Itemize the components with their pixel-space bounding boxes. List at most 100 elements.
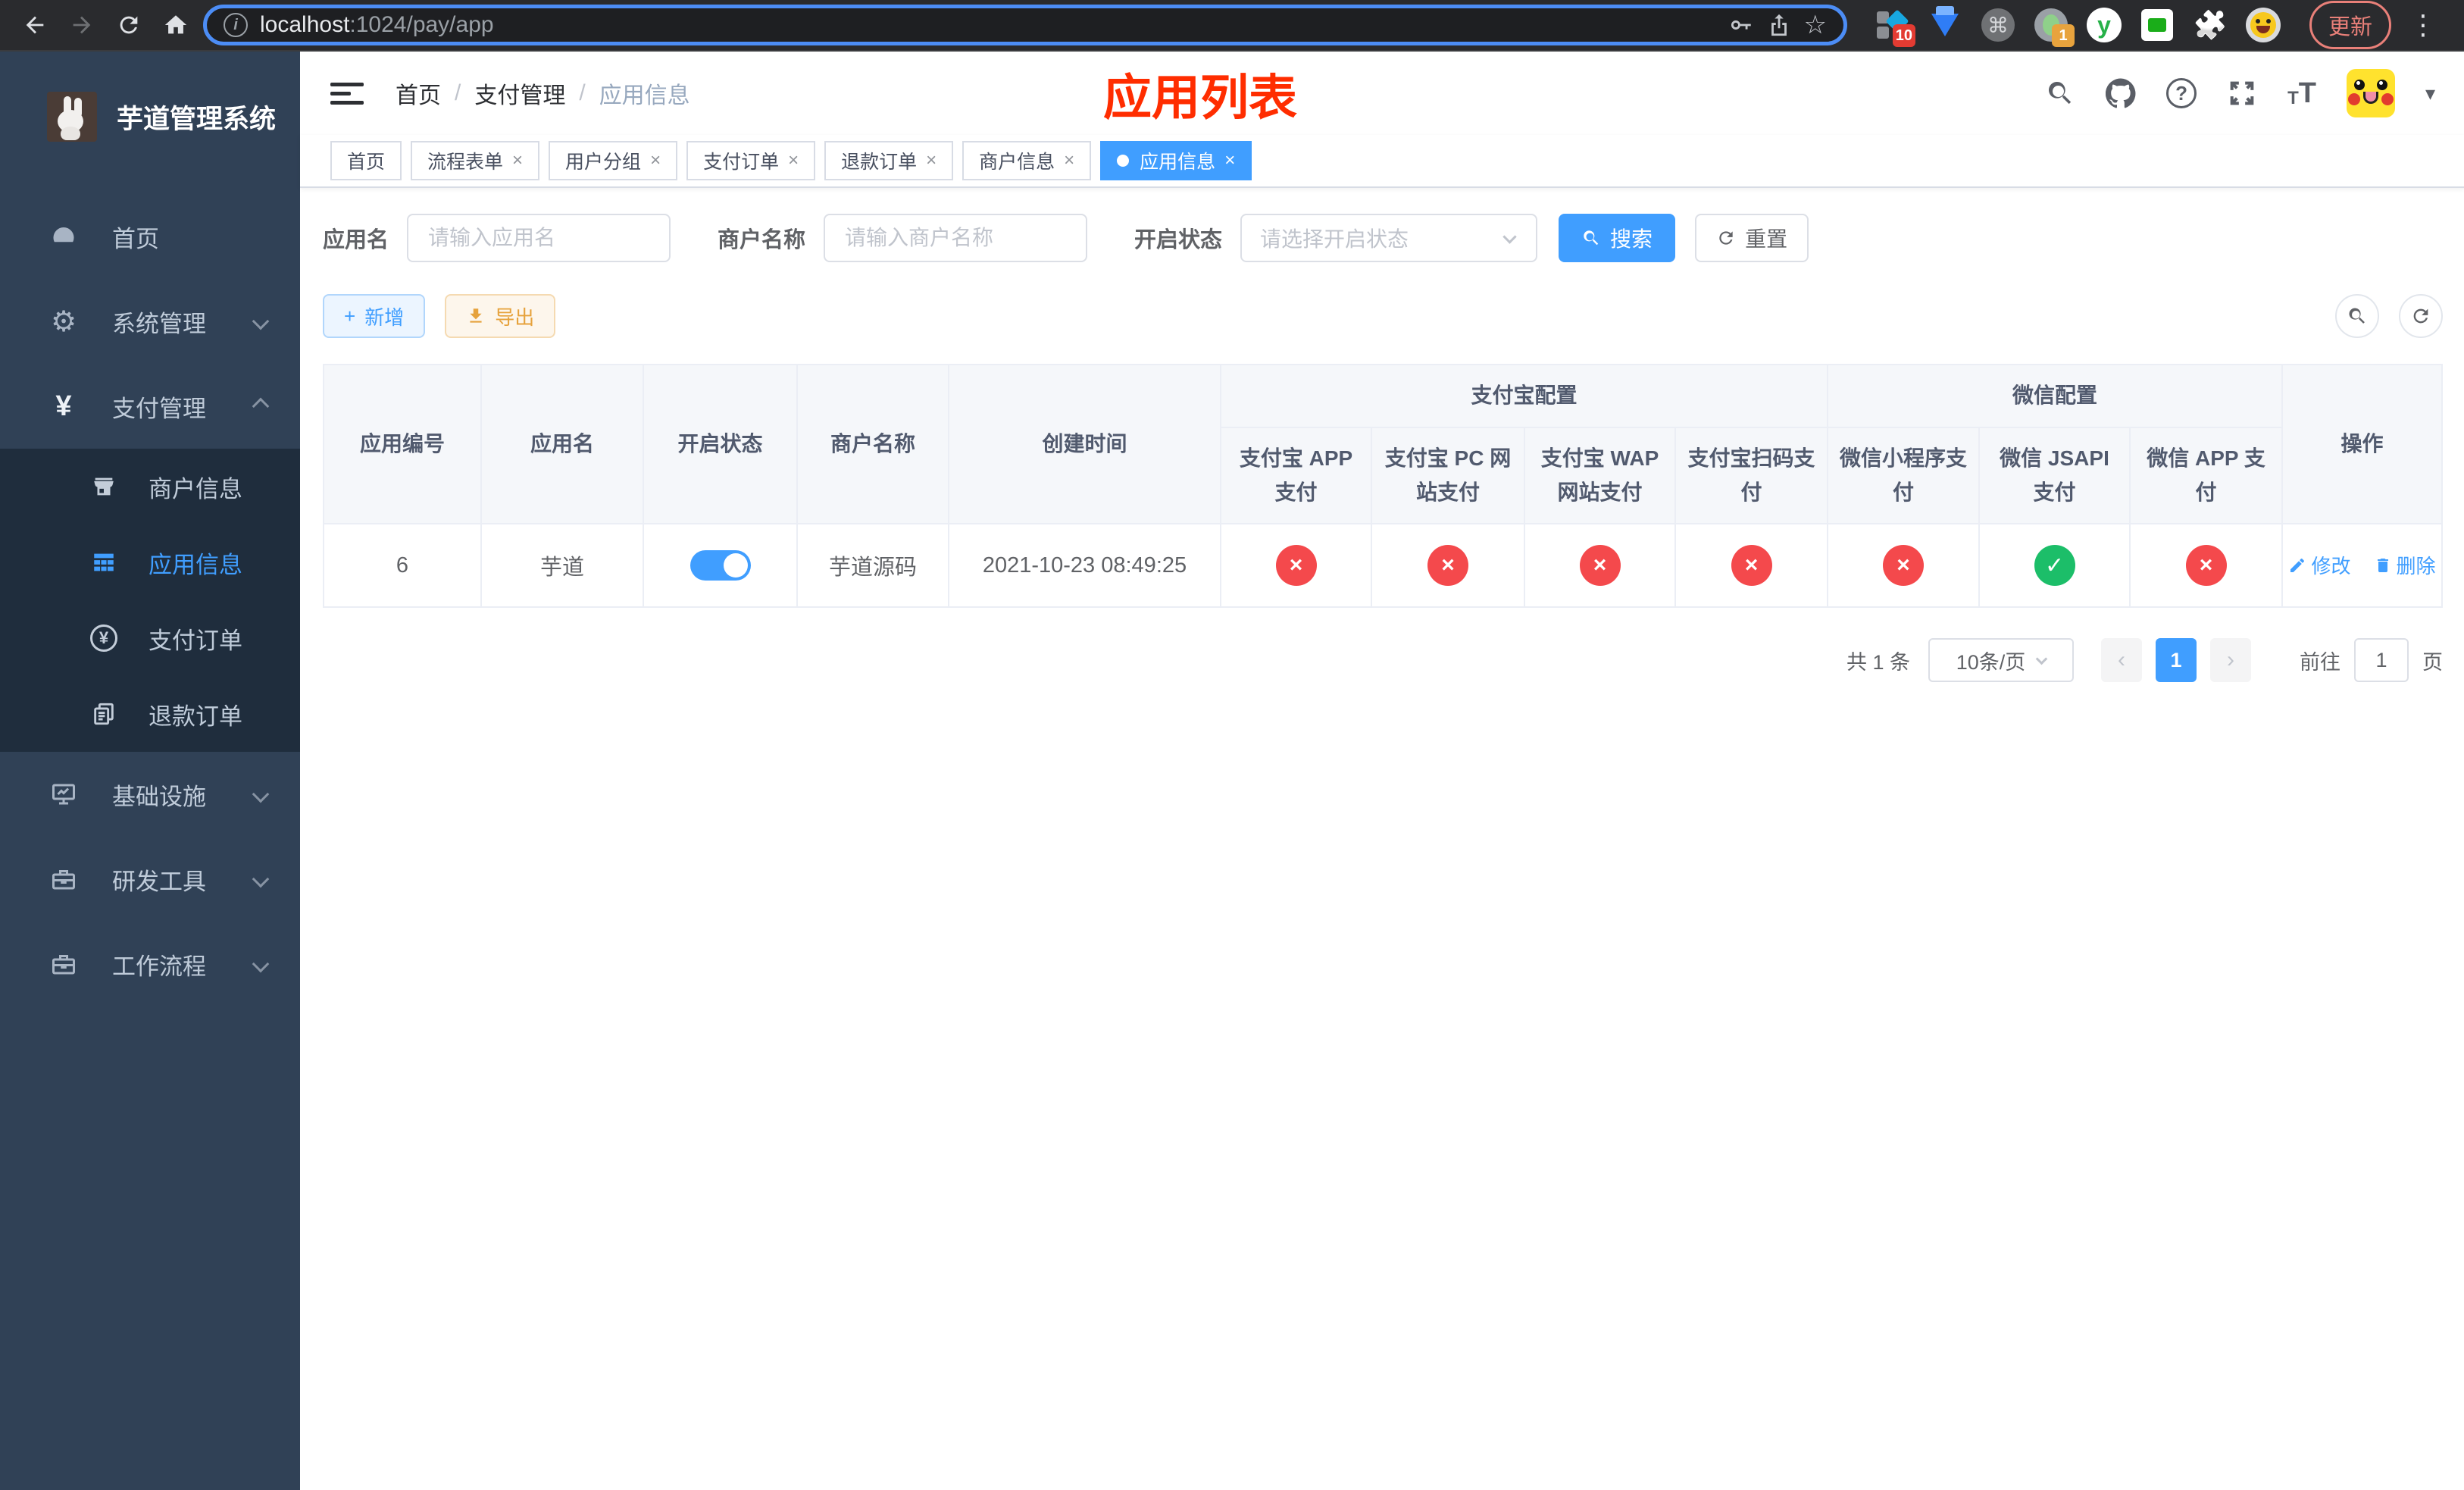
avatar-dropdown-caret[interactable]: ▾ (2425, 82, 2435, 105)
extension-squares-diamond[interactable]: 10 (1875, 8, 1915, 47)
extensions-menu-button[interactable]: 🧩 (2193, 8, 2228, 42)
help-button[interactable]: ? (2166, 78, 2197, 108)
bookmark-star-button[interactable]: ☆ (1804, 10, 1827, 40)
browser-menu-button[interactable]: ⋮ (2409, 9, 2437, 41)
sidebar-item-label: 应用信息 (149, 551, 242, 578)
tab-close-icon[interactable]: × (788, 152, 799, 170)
prev-page-button[interactable]: ‹ (2101, 638, 2143, 683)
dashboard-icon (47, 223, 80, 250)
sidebar-item-payment[interactable]: ¥ 支付管理 (0, 364, 300, 449)
cell-alipay-qr: × (1674, 523, 1829, 609)
sidebar-item-app-info[interactable]: 应用信息 (0, 524, 300, 600)
delete-link[interactable]: 删除 (2374, 551, 2436, 579)
site-info-icon[interactable]: i (224, 13, 248, 37)
sidebar-item-merchant-info[interactable]: 商户信息 (0, 449, 300, 524)
store-icon (88, 474, 120, 499)
extensions-cluster: 10 ⌘ 1 y 🧩 (1875, 6, 2281, 47)
browser-back-button[interactable] (15, 5, 55, 45)
reset-button[interactable]: 重置 (1695, 214, 1809, 262)
tab-close-icon[interactable]: × (650, 152, 661, 170)
status-select[interactable]: 请选择开启状态 (1240, 214, 1538, 262)
sidebar-item-dev-tools[interactable]: 研发工具 (0, 837, 300, 922)
export-button[interactable]: 导出 (445, 294, 556, 338)
tab-home[interactable]: 首页 (330, 141, 402, 180)
toolbox-icon (47, 950, 80, 978)
next-page-button[interactable]: › (2210, 638, 2252, 683)
cross-status-icon: × (1275, 545, 1317, 587)
info-glyph: i (233, 16, 238, 33)
tab-refund-order[interactable]: 退款订单 × (824, 141, 954, 180)
sidebar-menu: 首页 ⚙ 系统管理 ¥ 支付管理 商户信息 应用信息 ¥ 支付订单 退款订单 基… (0, 194, 300, 1006)
password-key-button[interactable] (1728, 12, 1754, 38)
extension-chat[interactable] (2140, 8, 2175, 42)
sidebar-item-label: 首页 (112, 225, 159, 252)
sidebar-item-workflow[interactable]: 工作流程 (0, 922, 300, 1006)
tab-pay-order[interactable]: 支付订单 × (686, 141, 816, 180)
font-size-button[interactable]: TT (2287, 79, 2316, 108)
col-group-wechat: 微信配置 (1827, 364, 2284, 428)
extension-command[interactable]: ⌘ (1981, 8, 2015, 42)
refresh-table-button[interactable] (2399, 294, 2444, 338)
extension-avatar[interactable]: 1 (2034, 8, 2075, 47)
toggle-search-button[interactable] (2335, 294, 2380, 338)
tab-merchant-info[interactable]: 商户信息 × (962, 141, 1092, 180)
app-name-input[interactable] (407, 214, 671, 262)
sidebar: 芋道管理系统 首页 ⚙ 系统管理 ¥ 支付管理 商户信息 应用信息 ¥ 支付订单… (0, 52, 300, 1490)
extension-emoji[interactable] (2246, 8, 2281, 42)
sidebar-item-pay-orders[interactable]: ¥ 支付订单 (0, 600, 300, 676)
col-header-alipay-qr: 支付宝扫码支付 (1674, 426, 1829, 525)
col-header-alipay-app: 支付宝 APP 支付 (1220, 426, 1372, 525)
cross-status-icon: × (1883, 545, 1925, 587)
tab-close-icon[interactable]: × (512, 152, 523, 170)
browser-update-button[interactable]: 更新 (2309, 1, 2392, 49)
browser-reload-button[interactable] (109, 5, 149, 45)
col-header-wx-jsapi: 微信 JSAPI 支付 (1978, 426, 2131, 525)
reset-button-label: 重置 (1745, 227, 1788, 251)
url-host: localhost (260, 12, 350, 37)
sidebar-logo-link[interactable]: 芋道管理系统 (0, 52, 300, 182)
cell-merchant: 芋道源码 (796, 523, 949, 609)
extension-y-circle[interactable]: y (2087, 8, 2122, 42)
star-icon: ☆ (1803, 11, 1827, 39)
tab-app-info-active[interactable]: 应用信息 × (1100, 141, 1252, 180)
merchant-name-input[interactable] (824, 214, 1088, 262)
edit-link[interactable]: 修改 (2288, 551, 2350, 579)
tag-view-bar: 首页 流程表单 × 用户分组 × 支付订单 × 退款订单 × 商户信息 × 应用信息 × (300, 135, 2464, 188)
fullscreen-button[interactable] (2227, 78, 2257, 108)
tab-process-form[interactable]: 流程表单 × (411, 141, 540, 180)
address-bar[interactable]: i localhost:1024/pay/app ☆ (203, 5, 1847, 45)
tab-user-group[interactable]: 用户分组 × (549, 141, 678, 180)
chat-icon (2141, 9, 2173, 41)
share-button[interactable] (1766, 12, 1792, 38)
tab-close-icon[interactable]: × (1224, 152, 1235, 170)
sidebar-item-home[interactable]: 首页 (0, 194, 300, 279)
tab-close-icon[interactable]: × (926, 152, 937, 170)
page-size-value: 10条/页 (1956, 650, 2026, 674)
add-button[interactable]: + 新增 (323, 294, 426, 338)
key-icon (1731, 20, 1751, 30)
header-search-button[interactable] (2045, 78, 2075, 108)
col-header-alipay-wap: 支付宝 WAP 网站支付 (1524, 426, 1676, 525)
status-toggle-on[interactable] (689, 550, 751, 581)
sidebar-collapse-button[interactable] (330, 82, 364, 105)
sidebar-item-label: 系统管理 (112, 310, 206, 337)
cell-alipay-pc: × (1371, 523, 1525, 609)
sidebar-item-system[interactable]: ⚙ 系统管理 (0, 279, 300, 364)
refresh-icon (1719, 231, 1733, 245)
browser-forward-button[interactable] (62, 5, 102, 45)
github-link[interactable] (2106, 78, 2136, 108)
tab-close-icon[interactable]: × (1064, 152, 1074, 170)
back-icon (26, 16, 44, 34)
goto-page-input[interactable] (2354, 638, 2409, 683)
current-page-button[interactable]: 1 (2156, 638, 2197, 683)
user-avatar[interactable] (2346, 69, 2395, 117)
trash-icon (2377, 558, 2388, 572)
sidebar-item-refund-orders[interactable]: 退款订单 (0, 676, 300, 752)
page-size-select[interactable]: 10条/页 (1928, 638, 2075, 683)
download-icon (470, 308, 482, 323)
breadcrumb-home[interactable]: 首页 (396, 77, 441, 110)
search-button[interactable]: 搜索 (1559, 214, 1676, 262)
browser-home-button[interactable] (156, 5, 195, 45)
sidebar-item-infrastructure[interactable]: 基础设施 (0, 752, 300, 837)
extension-gem[interactable] (1928, 6, 1962, 42)
